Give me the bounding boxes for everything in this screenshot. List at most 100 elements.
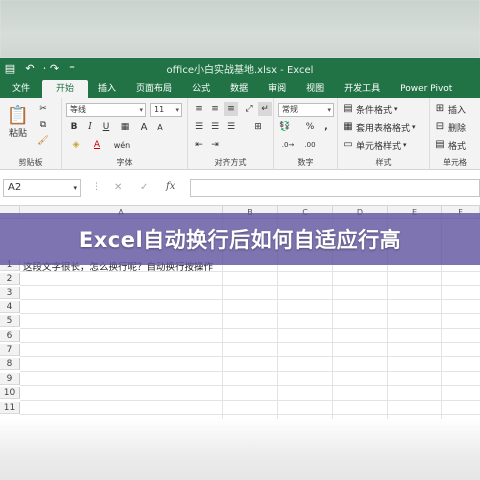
tab-view[interactable]: 视图 <box>296 80 334 98</box>
gridline <box>20 328 480 329</box>
window-title: office小白实战基地.xlsx - Excel <box>166 64 314 76</box>
gridline <box>20 356 480 357</box>
name-box[interactable]: A2 ▾ <box>3 179 81 197</box>
row-header-4[interactable]: 4 <box>0 301 20 313</box>
tab-home[interactable]: 开始 <box>42 80 89 98</box>
comma-button[interactable]: , <box>320 120 332 134</box>
font-color-icon[interactable]: A <box>90 138 104 152</box>
paste-button[interactable]: 📋 粘贴 <box>4 102 32 142</box>
italic-button[interactable]: I <box>84 120 96 134</box>
format-as-table-button[interactable]: ▦ 套用表格格式 ▾ <box>342 120 428 134</box>
gridline <box>20 342 480 343</box>
title-banner: Excel自动换行后如何自适应行高 <box>0 213 480 265</box>
cell-styles-icon: ▭ <box>343 139 353 150</box>
tab-formulas[interactable]: 公式 <box>182 80 220 98</box>
clipboard-group: 📋 粘贴 ✂ ⧉ 🖌 剪贴板 <box>0 98 62 170</box>
align-left-icon[interactable]: ☰ <box>192 120 206 134</box>
tab-page-layout[interactable]: 页面布局 <box>126 80 182 98</box>
phonetic-icon[interactable]: wén <box>112 138 132 152</box>
underline-button[interactable]: U <box>100 120 112 134</box>
row-header-9[interactable]: 9 <box>0 373 20 385</box>
border-icon[interactable]: ▦ <box>118 120 132 134</box>
number-format-select[interactable]: 常规 ▾ <box>278 103 334 117</box>
increase-indent-icon[interactable]: ⇥ <box>208 138 222 152</box>
chevron-down-icon: ▾ <box>73 184 77 192</box>
font-name-select[interactable]: 等线 ▾ <box>66 103 146 117</box>
format-cells-button[interactable]: ▤ 格式 <box>434 138 478 152</box>
font-group-label: 字体 <box>116 158 133 167</box>
font-group: 等线 ▾ 11 ▾ B I U ▦ A A ◈ A wén 字体 <box>62 98 188 170</box>
align-middle-icon[interactable]: ≡ <box>208 102 222 116</box>
decrease-font-icon[interactable]: A <box>154 120 166 134</box>
format-icon: ▤ <box>435 139 445 150</box>
row-header-8[interactable]: 8 <box>0 358 20 370</box>
gridline <box>20 285 480 286</box>
ribbon: 📋 粘贴 ✂ ⧉ 🖌 剪贴板 等线 ▾ 11 ▾ B I U ▦ A A ◈ A w… <box>0 98 480 170</box>
tab-data[interactable]: 数据 <box>220 80 258 98</box>
banner-title: Excel自动换行后如何自适应行高 <box>78 228 402 252</box>
tab-review[interactable]: 审阅 <box>258 80 296 98</box>
bottom-fade <box>0 418 480 480</box>
chevron-down-icon: ▾ <box>412 123 416 131</box>
percent-button[interactable]: % <box>304 120 316 134</box>
number-group-label: 数字 <box>297 158 314 167</box>
gridline <box>20 371 480 372</box>
more-options-icon: ⋮ <box>92 182 101 192</box>
conditional-format-button[interactable]: ▤ 条件格式 ▾ <box>342 102 426 116</box>
decrease-indent-icon[interactable]: ⇤ <box>192 138 206 152</box>
gridline <box>20 414 480 415</box>
gridline <box>20 299 480 300</box>
tab-power-pivot[interactable]: Power Pivot <box>390 80 462 98</box>
formula-input[interactable] <box>190 179 480 197</box>
tab-insert[interactable]: 插入 <box>88 80 126 98</box>
chevron-down-icon: ▾ <box>394 105 398 113</box>
conditional-format-icon: ▤ <box>343 103 353 114</box>
cancel-icon[interactable]: ✕ <box>114 182 122 193</box>
chevron-down-icon: ▾ <box>327 106 331 114</box>
gridline <box>20 385 480 386</box>
row-header-3[interactable]: 3 <box>0 287 20 299</box>
increase-font-icon[interactable]: A <box>138 120 150 134</box>
row-header-10[interactable]: 10 <box>0 387 20 399</box>
delete-cells-button[interactable]: ⊟ 删除 <box>434 120 478 134</box>
paste-icon: 📋 <box>6 105 30 126</box>
tab-file[interactable]: 文件 <box>0 80 42 98</box>
confirm-icon[interactable]: ✓ <box>140 182 148 193</box>
orientation-icon[interactable]: ⤢ <box>242 102 256 116</box>
align-top-icon[interactable]: ≡ <box>192 102 206 116</box>
fill-color-icon[interactable]: ◈ <box>68 138 84 152</box>
chevron-down-icon: ▾ <box>139 106 143 114</box>
formula-bar: A2 ▾ ⋮ ✕ ✓ fx <box>0 170 480 206</box>
tab-developer[interactable]: 开发工具 <box>334 80 390 98</box>
copy-icon[interactable]: ⧉ <box>36 118 50 132</box>
font-size-select[interactable]: 11 ▾ <box>150 103 182 117</box>
decrease-decimal-icon[interactable]: .00 <box>302 138 318 152</box>
cut-icon[interactable]: ✂ <box>36 102 50 116</box>
row-header-2[interactable]: 2 <box>0 273 20 285</box>
title-bar: ▤ ↶ ⋅ ↷ ⁼ office小白实战基地.xlsx - Excel <box>0 58 480 78</box>
wrap-text-icon[interactable]: ↵ <box>258 102 272 116</box>
row-header-5[interactable]: 5 <box>0 315 20 327</box>
insert-cells-button[interactable]: ⊞ 插入 <box>434 102 478 116</box>
merge-center-icon[interactable]: ⊞ <box>250 120 266 134</box>
row-header-7[interactable]: 7 <box>0 344 20 356</box>
delete-icon: ⊟ <box>435 121 445 132</box>
row-header-11[interactable]: 11 <box>0 402 20 414</box>
insert-function-icon[interactable]: fx <box>166 181 175 192</box>
chevron-down-icon: ▾ <box>403 141 407 149</box>
format-painter-icon[interactable]: 🖌 <box>36 134 50 148</box>
currency-icon[interactable]: 💱 <box>278 120 292 134</box>
increase-decimal-icon[interactable]: .0→ <box>280 138 296 152</box>
align-bottom-icon[interactable]: ≡ <box>224 102 238 116</box>
align-center-icon[interactable]: ☰ <box>208 120 222 134</box>
alignment-group: ≡ ≡ ≡ ⤢ ↵ ☰ ☰ ☰ ⊞ ⇤ ⇥ 对齐方式 <box>188 98 274 170</box>
insert-icon: ⊞ <box>435 103 445 114</box>
alignment-group-label: 对齐方式 <box>214 158 247 167</box>
row-header-6[interactable]: 6 <box>0 330 20 342</box>
bold-button[interactable]: B <box>68 120 80 134</box>
cell-styles-button[interactable]: ▭ 单元格样式 ▾ <box>342 138 426 152</box>
gridline <box>20 400 480 401</box>
blurred-background <box>0 0 480 58</box>
table-icon: ▦ <box>343 121 353 132</box>
align-right-icon[interactable]: ☰ <box>224 120 238 134</box>
